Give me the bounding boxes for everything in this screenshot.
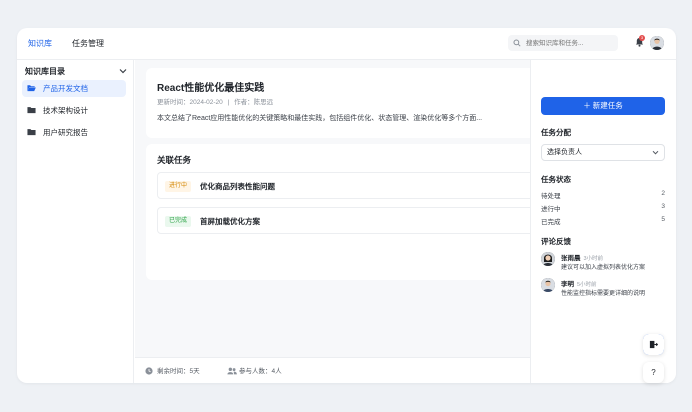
sidebar: 知识库目录 产品开发文档 技术架构设计 用户研究报告	[17, 60, 134, 383]
document-card[interactable]: React性能优化最佳实践 更新时间：2024-02-20 | 作者：陈思远 本…	[146, 68, 536, 138]
top-bar: 知识库 任务管理 3	[17, 28, 676, 60]
search-box[interactable]	[508, 35, 618, 51]
related-tasks-card: 关联任务 进行中 优化商品列表性能问题 已完成 首屏加载优化方案	[146, 144, 537, 280]
author: 作者：陈思远	[234, 99, 274, 106]
sidebar-item-label: 技术架构设计	[43, 106, 88, 115]
folder-icon	[27, 129, 36, 136]
folder-icon	[27, 107, 36, 114]
notification-badge: 3	[639, 35, 645, 41]
avatar	[541, 278, 555, 292]
assign-title: 任务分配	[541, 128, 571, 137]
related-tasks-title: 关联任务	[157, 155, 192, 165]
help-button[interactable]: ?	[643, 362, 664, 383]
chevron-down-icon[interactable]	[119, 68, 127, 74]
status-badge: 已完成	[165, 216, 192, 227]
comment-author: 张雨晨 3小时前	[561, 255, 604, 262]
folder-open-icon	[27, 85, 36, 92]
clock-icon	[145, 367, 153, 375]
assignee-select[interactable]: 选择负责人	[541, 144, 665, 161]
comment-author: 李明 5小时前	[561, 281, 597, 288]
search-input[interactable]	[526, 35, 614, 51]
task-item[interactable]: 进行中 优化商品列表性能问题	[157, 172, 537, 199]
task-item[interactable]: 已完成 首屏加载优化方案	[157, 207, 537, 234]
export-button[interactable]	[643, 334, 664, 355]
document-meta: 更新时间：2024-02-20 | 作者：陈思远	[157, 96, 273, 106]
sidebar-item-label: 产品开发文档	[43, 84, 88, 93]
participants-count: 参与人数：4人	[227, 367, 282, 376]
avatar	[541, 252, 555, 266]
user-avatar[interactable]	[650, 36, 664, 50]
users-icon	[227, 367, 237, 375]
nav-task-management[interactable]: 任务管理	[72, 38, 104, 49]
document-description: 本文总结了React应用性能优化的关键策略和最佳实践，包括组件优化、状态管理、渲…	[157, 115, 483, 122]
search-icon	[513, 39, 521, 47]
nav-knowledge-base[interactable]: 知识库	[28, 38, 52, 49]
status-badge: 进行中	[165, 181, 192, 192]
task-name[interactable]: 优化商品列表性能问题	[200, 181, 275, 192]
task-name[interactable]: 首屏加载优化方案	[200, 216, 260, 227]
app-window: 知识库 任务管理 3 知识库目录 产品开发文档 技术架构设计 用户研究报告	[17, 28, 676, 383]
meta-separator: |	[227, 99, 230, 106]
export-icon	[649, 340, 659, 349]
sidebar-title: 知识库目录	[25, 67, 65, 76]
status-row-pending: 待处理 2	[541, 190, 665, 200]
main-content: React性能优化最佳实践 更新时间：2024-02-20 | 作者：陈思远 本…	[135, 60, 537, 383]
remaining-time: 剩余时间：5天	[145, 367, 200, 376]
status-title: 任务状态	[541, 175, 571, 184]
sidebar-item-product-docs[interactable]: 产品开发文档	[22, 80, 126, 97]
chevron-down-icon	[652, 150, 659, 155]
comment-text: 性能监控指标需要更详细的说明	[561, 291, 646, 297]
footer-bar: 剩余时间：5天 参与人数：4人	[135, 357, 530, 383]
sidebar-item-architecture[interactable]: 技术架构设计	[22, 102, 126, 119]
new-task-button[interactable]: ＋ 新建任务	[541, 97, 665, 115]
sidebar-item-label: 用户研究报告	[43, 128, 88, 137]
sidebar-item-user-research[interactable]: 用户研究报告	[22, 124, 126, 141]
document-title[interactable]: React性能优化最佳实践	[157, 79, 264, 94]
assignee-select-value: 选择负责人	[547, 149, 582, 156]
comments-title: 评论反馈	[541, 237, 571, 246]
status-row-in-progress: 进行中 3	[541, 203, 665, 213]
comment-text: 建议可以加入虚拟列表优化方案	[561, 265, 646, 271]
status-row-done: 已完成 5	[541, 216, 665, 226]
updated-time: 更新时间：2024-02-20	[157, 99, 223, 106]
